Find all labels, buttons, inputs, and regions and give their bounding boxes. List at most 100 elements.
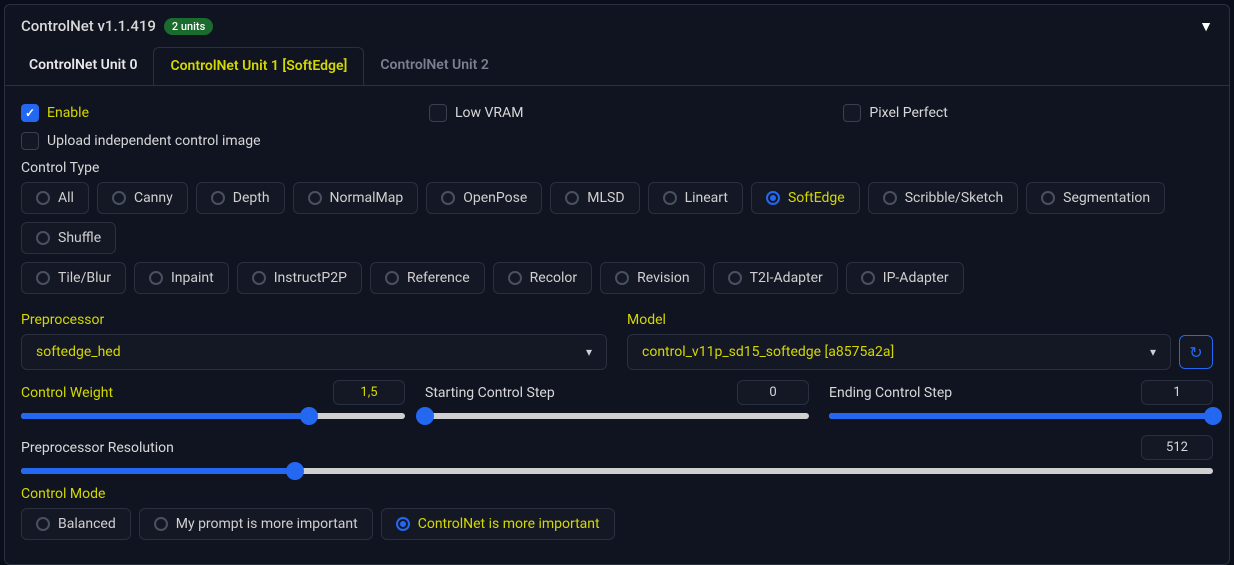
control-type-lineart[interactable]: Lineart — [648, 182, 743, 214]
pixel-perfect-checkbox[interactable]: Pixel Perfect — [843, 104, 947, 122]
radio-icon — [565, 191, 579, 205]
chip-label: Recolor — [530, 270, 578, 286]
collapse-caret-icon[interactable]: ▼ — [1199, 18, 1213, 35]
preprocessor-label: Preprocessor — [21, 312, 607, 328]
control-type-depth[interactable]: Depth — [196, 182, 285, 214]
radio-icon — [508, 271, 522, 285]
radio-icon — [36, 191, 50, 205]
control-type-instructp2p[interactable]: InstructP2P — [237, 262, 362, 294]
tab-unit-1[interactable]: ControlNet Unit 1 [SoftEdge] — [153, 47, 364, 85]
control-type-ip-adapter[interactable]: IP-Adapter — [846, 262, 964, 294]
control-type-normalmap[interactable]: NormalMap — [293, 182, 419, 214]
chip-label: NormalMap — [330, 190, 404, 206]
unit-tabs: ControlNet Unit 0 ControlNet Unit 1 [Sof… — [5, 47, 1229, 86]
control-type-all[interactable]: All — [21, 182, 89, 214]
low-vram-checkbox[interactable]: Low VRAM — [429, 104, 523, 122]
radio-icon — [308, 191, 322, 205]
preproc-resolution-value[interactable]: 512 — [1141, 435, 1213, 460]
radio-icon — [728, 271, 742, 285]
control-type-inpaint[interactable]: Inpaint — [134, 262, 229, 294]
chip-label: Depth — [233, 190, 270, 206]
chip-label: Reference — [407, 270, 470, 286]
radio-icon — [211, 191, 225, 205]
chip-label: Segmentation — [1063, 190, 1150, 206]
refresh-button[interactable]: ↻ — [1179, 335, 1213, 369]
radio-icon — [385, 271, 399, 285]
tab-unit-2[interactable]: ControlNet Unit 2 — [364, 47, 504, 85]
ending-step-value[interactable]: 1 — [1141, 380, 1213, 405]
control-type-revision[interactable]: Revision — [600, 262, 705, 294]
control-type-openpose[interactable]: OpenPose — [426, 182, 542, 214]
chevron-down-icon: ▾ — [1150, 345, 1156, 359]
panel-title: ControlNet v1.1.419 — [21, 17, 156, 35]
radio-icon — [766, 191, 780, 205]
preproc-resolution-slider[interactable] — [21, 468, 1213, 474]
refresh-icon: ↻ — [1189, 343, 1202, 362]
starting-step-value[interactable]: 0 — [737, 380, 809, 405]
radio-icon — [252, 271, 266, 285]
radio-icon — [663, 191, 677, 205]
control-weight-slider[interactable] — [21, 413, 405, 419]
radio-icon — [396, 517, 410, 531]
units-badge: 2 units — [164, 18, 213, 35]
control-type-row-1: All Canny Depth NormalMap OpenPose MLSD Linear… — [21, 182, 1213, 254]
radio-icon — [36, 231, 50, 245]
radio-icon — [36, 271, 50, 285]
tab-unit-0[interactable]: ControlNet Unit 0 — [13, 47, 153, 85]
starting-step-label: Starting Control Step — [425, 385, 555, 401]
chip-label: Tile/Blur — [58, 270, 111, 286]
control-type-reference[interactable]: Reference — [370, 262, 485, 294]
chip-label: My prompt is more important — [176, 516, 358, 532]
radio-icon — [1041, 191, 1055, 205]
radio-icon — [441, 191, 455, 205]
control-weight-label: Control Weight — [21, 385, 113, 401]
control-type-mlsd[interactable]: MLSD — [550, 182, 639, 214]
control-mode-controlnet-is-more-important[interactable]: ControlNet is more important — [381, 508, 615, 540]
ending-step-label: Ending Control Step — [829, 385, 952, 401]
model-label: Model — [627, 312, 1213, 328]
panel-header[interactable]: ControlNet v1.1.419 2 units ▼ — [5, 5, 1229, 47]
upload-independent-checkbox[interactable]: Upload independent control image — [21, 132, 261, 150]
control-mode-balanced[interactable]: Balanced — [21, 508, 131, 540]
control-type-softedge[interactable]: SoftEdge — [751, 182, 860, 214]
chevron-down-icon: ▾ — [586, 345, 592, 359]
preprocessor-value: softedge_hed — [36, 344, 121, 360]
control-type-shuffle[interactable]: Shuffle — [21, 222, 116, 254]
control-type-recolor[interactable]: Recolor — [493, 262, 593, 294]
control-type-tile-blur[interactable]: Tile/Blur — [21, 262, 126, 294]
checkbox-icon — [21, 104, 39, 122]
control-mode-label: Control Mode — [21, 486, 1213, 502]
checkbox-icon — [843, 104, 861, 122]
control-type-label: Control Type — [21, 160, 1213, 176]
chip-label: T2I-Adapter — [750, 270, 823, 286]
control-mode-my-prompt-is-more-important[interactable]: My prompt is more important — [139, 508, 373, 540]
radio-icon — [883, 191, 897, 205]
checkbox-icon — [429, 104, 447, 122]
control-type-t2i-adapter[interactable]: T2I-Adapter — [713, 262, 838, 294]
radio-icon — [36, 517, 50, 531]
chip-label: IP-Adapter — [883, 270, 949, 286]
control-type-segmentation[interactable]: Segmentation — [1026, 182, 1165, 214]
enable-checkbox[interactable]: Enable — [21, 104, 89, 122]
radio-icon — [112, 191, 126, 205]
radio-icon — [615, 271, 629, 285]
chip-label: Shuffle — [58, 230, 101, 246]
ending-step-slider[interactable] — [829, 413, 1213, 419]
control-mode-options: Balanced My prompt is more important Contr… — [21, 508, 1213, 540]
model-select[interactable]: control_v11p_sd15_softedge [a8575a2a] ▾ — [627, 334, 1171, 370]
control-type-row-2: Tile/Blur InpaintInstructP2P Reference Reco… — [21, 262, 1213, 294]
radio-icon — [154, 517, 168, 531]
chip-label: Scribble/Sketch — [905, 190, 1003, 206]
control-type-scribble-sketch[interactable]: Scribble/Sketch — [868, 182, 1018, 214]
chip-label: OpenPose — [463, 190, 527, 206]
chip-label: Canny — [134, 190, 173, 206]
starting-step-slider[interactable] — [425, 413, 809, 419]
radio-icon — [861, 271, 875, 285]
model-value: control_v11p_sd15_softedge [a8575a2a] — [642, 344, 894, 360]
preproc-resolution-label: Preprocessor Resolution — [21, 440, 174, 456]
preprocessor-select[interactable]: softedge_hed ▾ — [21, 334, 607, 370]
control-type-canny[interactable]: Canny — [97, 182, 188, 214]
control-weight-value[interactable]: 1,5 — [333, 380, 405, 405]
chip-label: MLSD — [587, 190, 624, 206]
chip-label: ControlNet is more important — [418, 516, 600, 532]
